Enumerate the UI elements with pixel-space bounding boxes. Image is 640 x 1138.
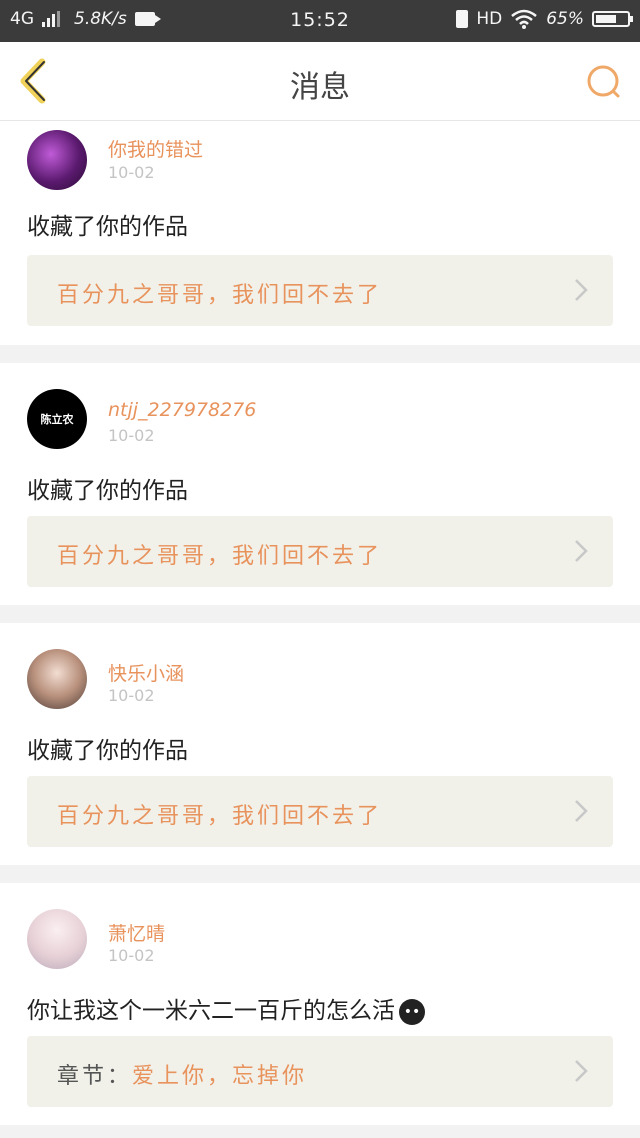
battery-icon	[592, 11, 633, 27]
work-reference[interactable]: 百分九之哥哥，我们回不去了	[27, 255, 613, 326]
battery-percent: 65%	[546, 9, 584, 29]
message-card: 萧忆晴 10-02 你让我这个一米六二一百斤的怎么活 •• 章节：爱上你，忘掉你	[0, 883, 640, 1125]
avatar[interactable]: 陈立农	[27, 389, 87, 449]
message-text: 收藏了你的作品	[27, 478, 188, 504]
message-text: 收藏了你的作品	[27, 214, 188, 240]
chevron-right-icon	[575, 800, 588, 822]
avatar-text: 陈立农	[40, 413, 74, 426]
search-icon[interactable]	[584, 62, 624, 102]
message-card: 陈立农 ntjj_227978276 10-02 收藏了你的作品 百分九之哥哥，…	[0, 363, 640, 605]
message-text: 你让我这个一米六二一百斤的怎么活 ••	[27, 991, 425, 1025]
avatar[interactable]	[27, 649, 87, 709]
work-reference[interactable]: 百分九之哥哥，我们回不去了	[27, 776, 613, 847]
chapter-reference[interactable]: 章节：爱上你，忘掉你	[27, 1036, 613, 1107]
reference-title: 百分九之哥哥，我们回不去了	[57, 804, 383, 829]
avatar[interactable]	[27, 130, 87, 190]
nav-bar: 消息	[0, 42, 640, 121]
hd-label: HD	[476, 9, 503, 29]
message-date: 10-02	[108, 686, 155, 705]
username[interactable]: ntjj_227978276	[108, 399, 256, 421]
avatar[interactable]	[27, 909, 87, 969]
message-card: 你我的错过 10-02 收藏了你的作品 百分九之哥哥，我们回不去了	[0, 121, 640, 345]
chevron-right-icon	[575, 1060, 588, 1082]
message-text: 收藏了你的作品	[27, 738, 188, 764]
message-date: 10-02	[108, 163, 155, 182]
emoji-icon: ••	[399, 998, 425, 1025]
username[interactable]: 你我的错过	[108, 135, 203, 162]
status-right: HD 65%	[456, 9, 633, 29]
reference-title: 百分九之哥哥，我们回不去了	[57, 544, 383, 569]
chevron-right-icon	[575, 540, 588, 562]
status-bar: 4G 5.8K/s 15:52 HD 65%	[0, 0, 640, 42]
reference-title: 百分九之哥哥，我们回不去了	[57, 283, 383, 308]
battery-saver-icon	[456, 10, 469, 28]
username[interactable]: 快乐小涵	[108, 659, 184, 686]
chapter-label: 章节：	[57, 1064, 133, 1089]
username[interactable]: 萧忆晴	[108, 919, 165, 946]
wifi-icon	[511, 9, 538, 29]
reference-title: 章节：爱上你，忘掉你	[57, 1064, 308, 1089]
message-date: 10-02	[108, 946, 155, 965]
message-card: 快乐小涵 10-02 收藏了你的作品 百分九之哥哥，我们回不去了	[0, 623, 640, 865]
message-date: 10-02	[108, 426, 155, 445]
work-reference[interactable]: 百分九之哥哥，我们回不去了	[27, 516, 613, 587]
chevron-right-icon	[575, 279, 588, 301]
page-title: 消息	[290, 70, 350, 105]
